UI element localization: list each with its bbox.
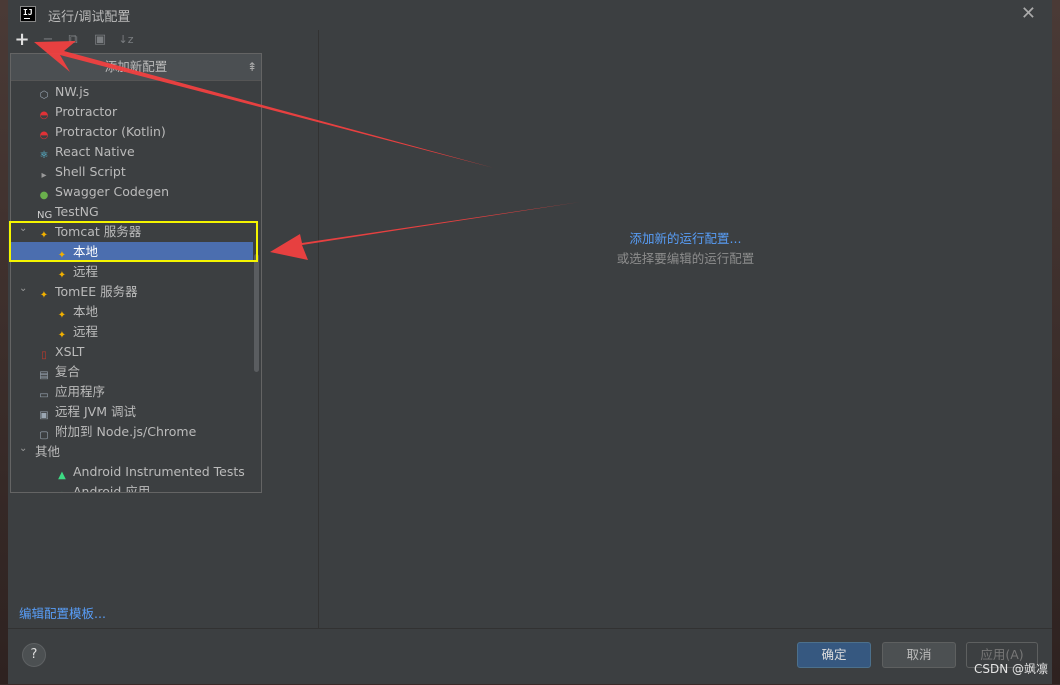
watermark-text: CSDN @飒凛 [973,662,1048,676]
arrow-to-add-button [34,41,494,168]
arrow-to-tomcat-local [270,202,580,260]
annotation-arrows [34,41,580,260]
